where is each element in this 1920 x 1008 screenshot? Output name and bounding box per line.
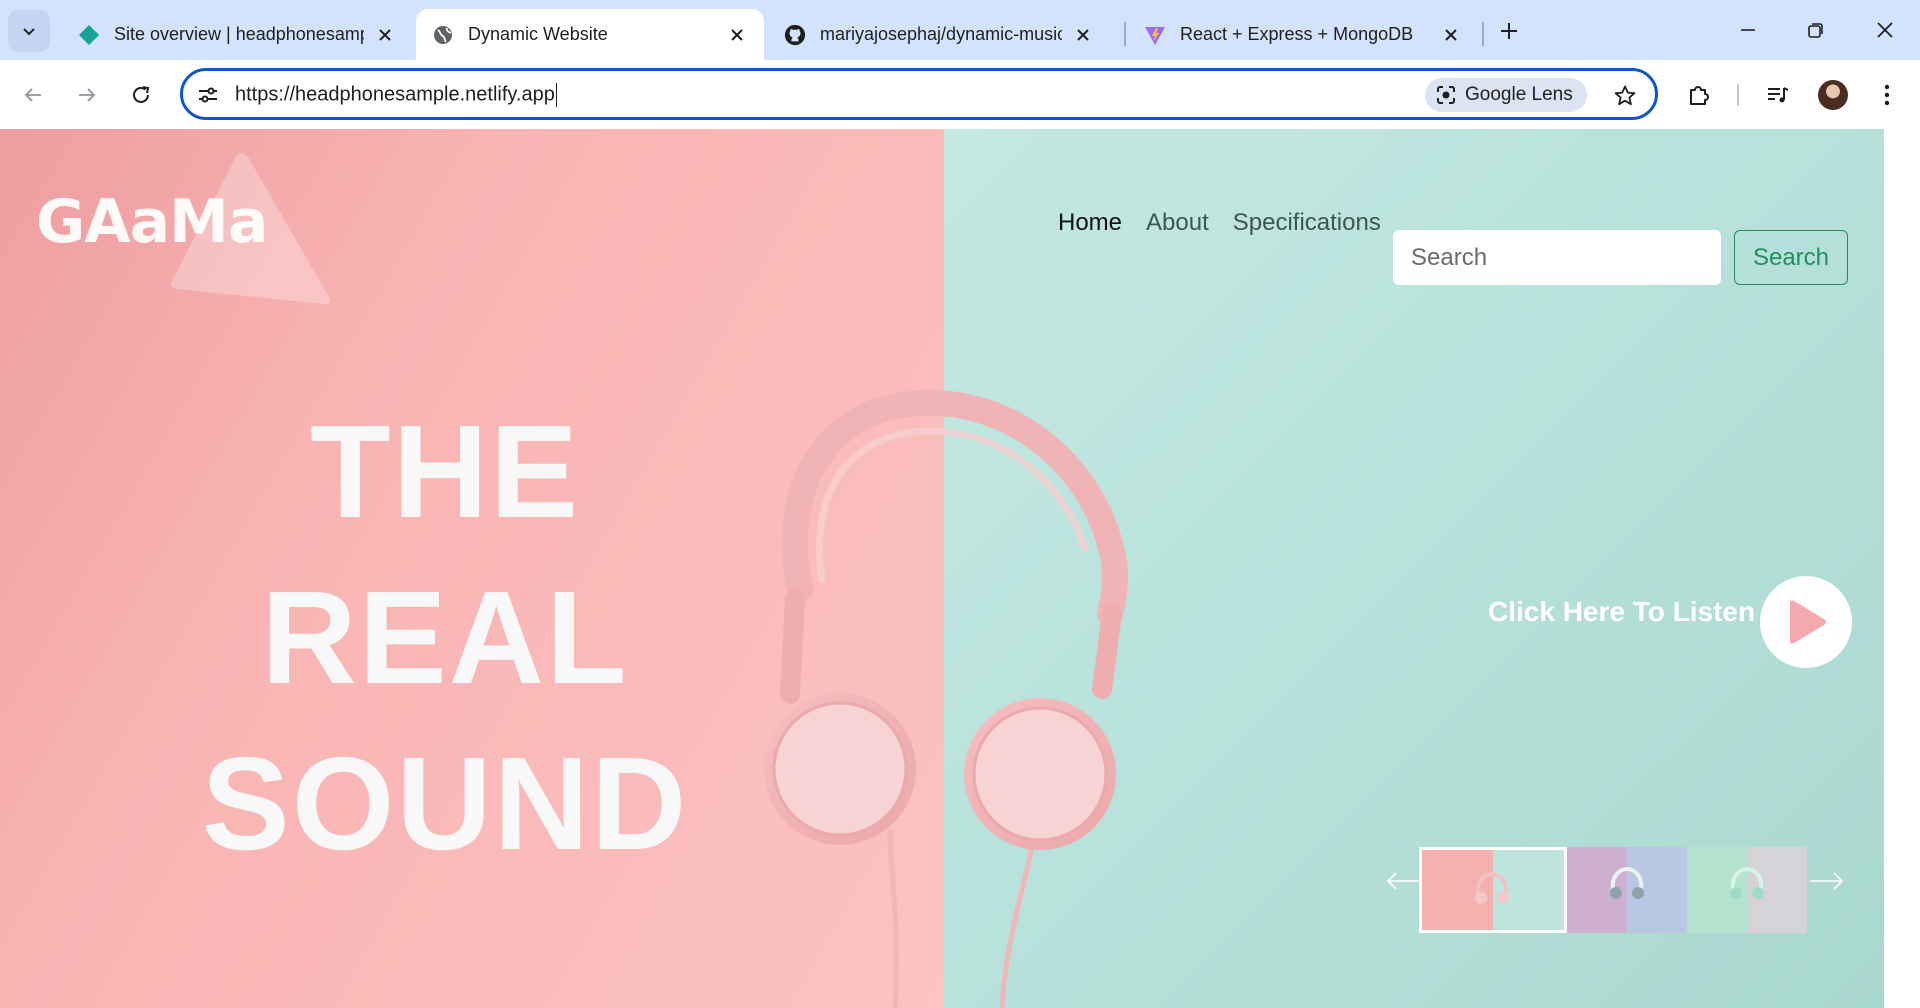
listen-cta-text[interactable]: Click Here To Listen	[1488, 596, 1755, 628]
close-icon[interactable]	[1440, 24, 1462, 46]
play-button[interactable]	[1760, 576, 1852, 668]
thumb-headphones-icon	[1475, 871, 1509, 904]
lens-icon	[1435, 84, 1457, 106]
media-controls-button[interactable]	[1761, 78, 1795, 112]
site-logo[interactable]: GAaMa	[36, 187, 268, 257]
thumb-headphones-icon	[1730, 866, 1764, 899]
thumb-headphones-icon	[1610, 866, 1644, 899]
tab-github-repo[interactable]: mariyajosephaj/dynamic-music	[768, 9, 1110, 60]
vite-icon	[1144, 24, 1166, 46]
page-viewport: GAaMa Home About Specifications Search S…	[0, 129, 1884, 1008]
carousel-thumbnail-3[interactable]	[1687, 847, 1807, 933]
hero-section: GAaMa Home About Specifications Search S…	[0, 129, 1884, 1008]
headline-line-1: THE	[310, 398, 580, 545]
tab-separator	[1124, 22, 1126, 46]
arrow-right-icon	[79, 88, 96, 102]
carousel-thumbnail-2[interactable]	[1567, 847, 1687, 933]
close-icon	[1877, 22, 1893, 38]
new-tab-button[interactable]	[1494, 16, 1524, 46]
google-lens-label: Google Lens	[1465, 84, 1573, 105]
tab-title: mariyajosephaj/dynamic-music	[820, 24, 1062, 44]
close-icon[interactable]	[1072, 24, 1094, 46]
minimize-button[interactable]	[1728, 12, 1768, 48]
kebab-menu-icon	[1884, 84, 1890, 106]
headline-line-3: SOUND	[201, 730, 689, 877]
close-icon[interactable]	[374, 24, 396, 46]
google-lens-button[interactable]: Google Lens	[1425, 78, 1587, 112]
tab-react-express[interactable]: React + Express + MongoDB	[1128, 9, 1478, 60]
carousel-prev-arrow-icon[interactable]	[1386, 871, 1422, 891]
minimize-icon	[1741, 29, 1755, 31]
tab-separator	[1482, 22, 1484, 46]
tab-dynamic-website[interactable]: Dynamic Website	[416, 9, 764, 60]
plus-icon	[1501, 23, 1517, 39]
netlify-diamond-icon	[78, 24, 100, 46]
address-bar[interactable]: https://headphonesample.netlify.app Goog…	[180, 68, 1658, 120]
toolbar-separator	[1737, 84, 1739, 106]
extensions-button[interactable]	[1682, 78, 1716, 112]
carousel-thumbnail-1[interactable]	[1419, 847, 1567, 933]
restore-button[interactable]	[1796, 12, 1836, 48]
tab-title: Site overview | headphonesample	[114, 24, 364, 44]
back-button[interactable]	[16, 78, 50, 112]
site-search-input[interactable]	[1393, 230, 1721, 285]
site-search-button[interactable]: Search	[1734, 230, 1848, 285]
nav-link-specifications[interactable]: Specifications	[1233, 209, 1381, 237]
profile-avatar[interactable]	[1818, 80, 1848, 110]
hero-headline: THE REAL SOUND	[0, 389, 890, 887]
reload-icon	[133, 86, 150, 103]
url-value: https://headphonesample.netlify.app	[235, 83, 555, 106]
tab-site-overview[interactable]: Site overview | headphonesample	[62, 9, 412, 60]
forward-button[interactable]	[70, 78, 104, 112]
page-scrollbar[interactable]	[1884, 129, 1920, 1008]
reload-button[interactable]	[124, 78, 158, 112]
text-caret	[555, 83, 557, 107]
chevron-down-icon	[23, 28, 35, 36]
github-icon	[784, 24, 806, 46]
close-icon[interactable]	[726, 24, 748, 46]
restore-icon	[1808, 23, 1823, 38]
window-close-button[interactable]	[1865, 12, 1905, 48]
puzzle-icon	[1690, 86, 1709, 105]
tab-title: Dynamic Website	[468, 24, 608, 44]
url-text[interactable]: https://headphonesample.netlify.app	[235, 83, 557, 107]
playlist-music-icon	[1768, 87, 1789, 103]
tab-title: React + Express + MongoDB	[1180, 24, 1414, 44]
site-nav: Home About Specifications	[1058, 209, 1405, 237]
headline-line-2: REAL	[261, 564, 629, 711]
nav-link-home[interactable]: Home	[1058, 209, 1122, 237]
browser-menu-button[interactable]	[1870, 78, 1904, 112]
tab-strip: Site overview | headphonesample Dynamic …	[0, 0, 1920, 60]
carousel-next-arrow-icon[interactable]	[1808, 871, 1844, 891]
site-settings-icon[interactable]	[195, 82, 221, 108]
tab-search-button[interactable]	[8, 10, 50, 52]
carousel-thumbnails	[1419, 847, 1807, 933]
play-icon	[1790, 600, 1826, 644]
arrow-left-icon	[24, 88, 41, 102]
bookmark-star-icon[interactable]	[1610, 81, 1640, 111]
globe-icon	[432, 24, 454, 46]
nav-link-about[interactable]: About	[1146, 209, 1209, 237]
browser-toolbar: https://headphonesample.netlify.app Goog…	[0, 60, 1920, 129]
